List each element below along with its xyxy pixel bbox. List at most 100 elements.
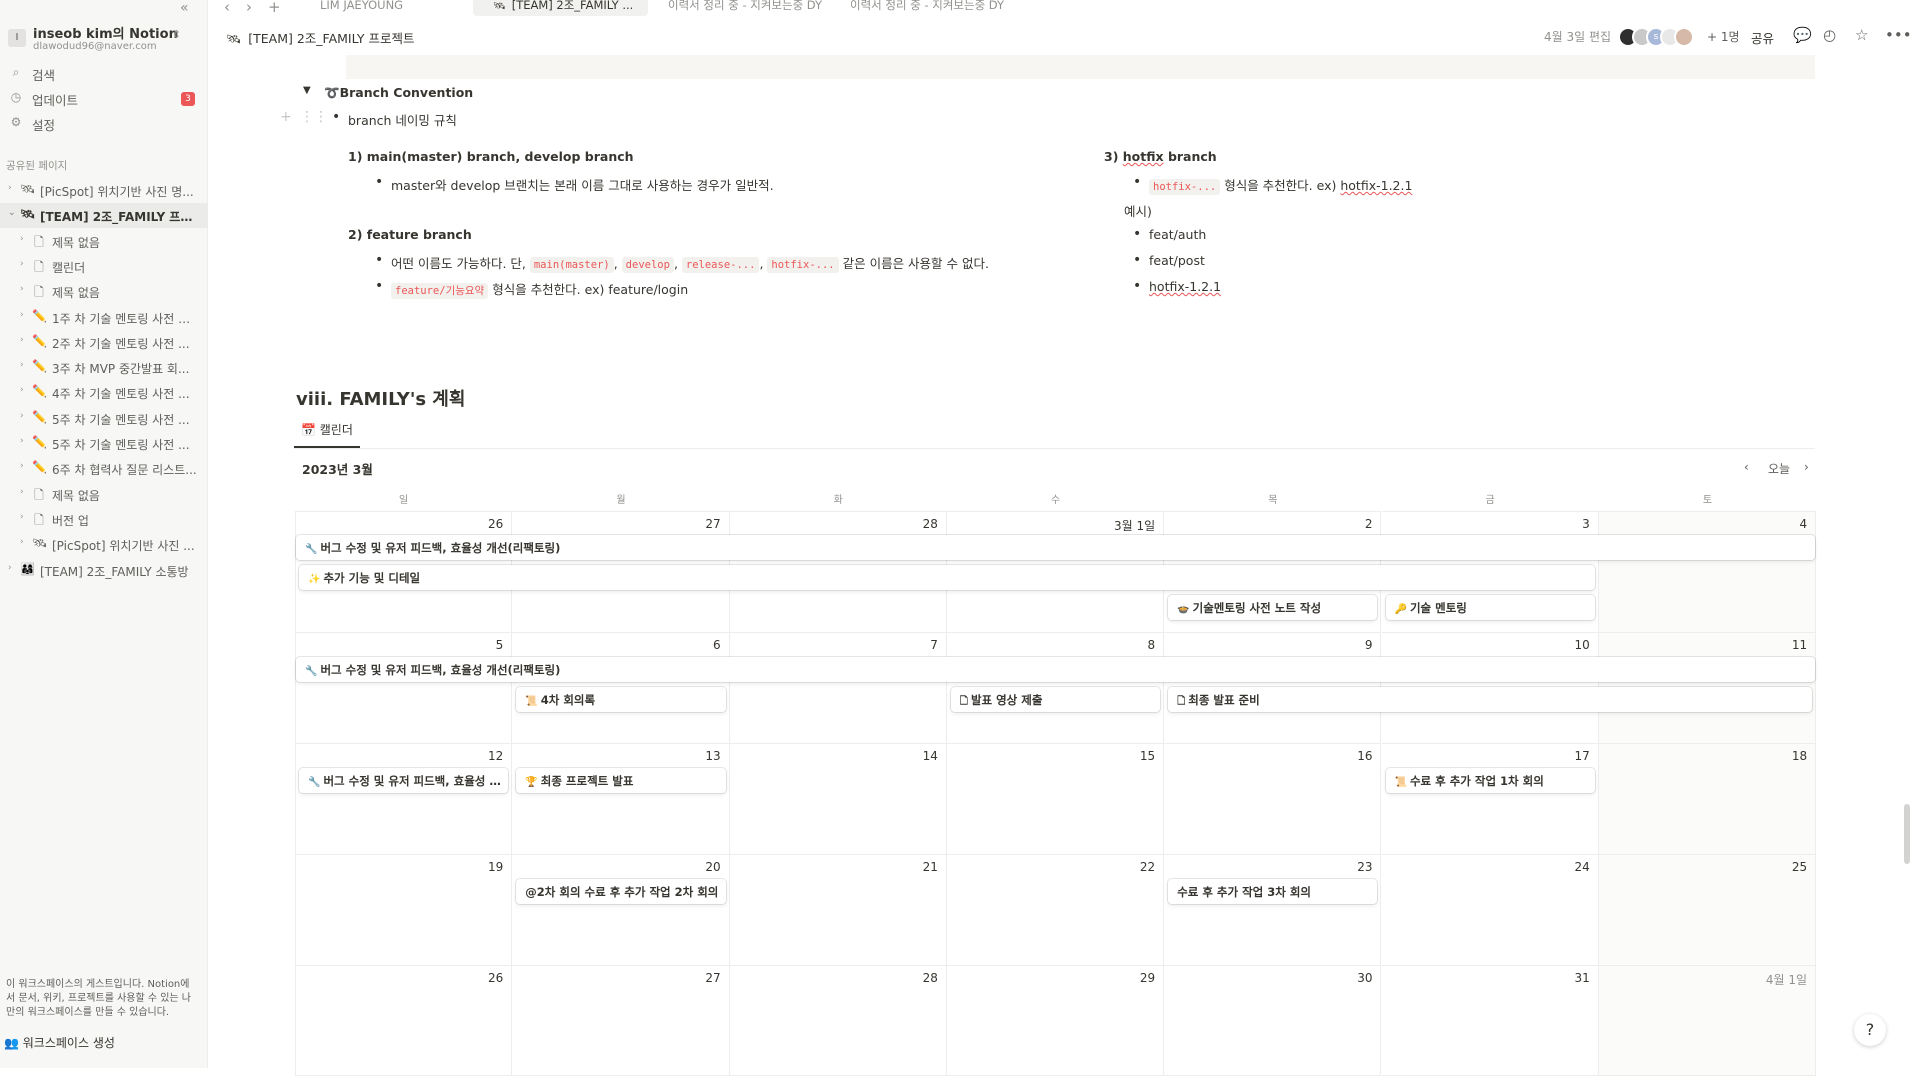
- chevron-updown-icon[interactable]: ⇕: [172, 28, 181, 41]
- calendar-event[interactable]: 📜 4차 회의록: [516, 687, 726, 712]
- chevron-right-icon[interactable]: ›: [20, 360, 24, 370]
- calendar-day-cell[interactable]: 15: [946, 744, 1165, 855]
- calendar-day-cell[interactable]: 31: [1381, 966, 1599, 1076]
- calendar-event[interactable]: 🏆 최종 프로젝트 발표: [516, 768, 726, 793]
- history-icon[interactable]: ◴: [1823, 26, 1836, 44]
- chevron-right-icon[interactable]: ›: [20, 385, 24, 395]
- calendar-day-cell[interactable]: 25: [1598, 855, 1817, 966]
- calendar-day-cell[interactable]: 28: [729, 966, 947, 1076]
- sidebar-tree-item[interactable]: › ✏️ 5주 차 기술 멘토링 사전 ...: [0, 406, 208, 431]
- extra-users-count[interactable]: + 1명: [1707, 28, 1740, 45]
- chevron-right-icon[interactable]: ›: [20, 537, 24, 547]
- comment-icon[interactable]: 💬: [1793, 26, 1812, 44]
- breadcrumb[interactable]: 🛰 [TEAM] 2조_FAMILY 프로젝트: [226, 28, 415, 47]
- calendar-day-cell[interactable]: 22: [946, 855, 1165, 966]
- tab-team-family[interactable]: 🛰 [TEAM] 2조_FAMILY ...: [473, 0, 648, 16]
- sidebar-tree-item[interactable]: › 🛰 [PicSpot] 위치기반 사진 ...: [0, 532, 208, 557]
- sidebar-tree-item[interactable]: › 🗋 제목 없음: [0, 279, 208, 304]
- sidebar-tree-item[interactable]: › 🛰 [PicSpot] 위치기반 사진 명...: [0, 178, 208, 203]
- drag-handle-icon[interactable]: ⋮⋮: [300, 109, 328, 125]
- calendar-day-cell[interactable]: 12: [295, 744, 513, 855]
- calendar-event[interactable]: 🗋 최종 발표 준비: [1168, 687, 1813, 712]
- calendar-day-cell[interactable]: 20: [512, 855, 730, 966]
- calendar-event[interactable]: @2차 회의 수료 후 추가 작업 2차 회의: [516, 879, 726, 904]
- sidebar-tree-item[interactable]: › ✏️ 4주 차 기술 멘토링 사전 ...: [0, 380, 208, 405]
- back-icon[interactable]: ‹: [224, 0, 230, 16]
- calendar-day-cell[interactable]: 14: [729, 744, 947, 855]
- star-icon[interactable]: ☆: [1855, 26, 1868, 44]
- sidebar-item-search[interactable]: ⌕ 검색: [0, 61, 208, 85]
- calendar-day-cell[interactable]: 30: [1164, 966, 1382, 1076]
- calendar-day-cell[interactable]: 29: [946, 966, 1165, 1076]
- chevron-right-icon[interactable]: ›: [20, 411, 24, 421]
- new-tab-icon[interactable]: +: [268, 0, 281, 16]
- sidebar-tree-item[interactable]: › ✏️ 3주 차 MVP 중간발표 회...: [0, 355, 208, 380]
- chevron-right-icon[interactable]: ›: [20, 512, 24, 522]
- sidebar-tree-item[interactable]: › 🗋 제목 없음: [0, 482, 208, 507]
- calendar-event[interactable]: 📜 수료 후 추가 작업 1차 회의: [1385, 768, 1595, 793]
- calendar-day-cell[interactable]: 23: [1164, 855, 1382, 966]
- share-button[interactable]: 공유: [1751, 28, 1774, 47]
- chevron-right-icon[interactable]: ›: [20, 310, 24, 320]
- calendar-event[interactable]: 🔧버그 수정 및 유저 피드백, 효율성 개선(리팩토링): [296, 535, 1816, 560]
- sidebar-tree-item[interactable]: › 🗋 제목 없음: [0, 229, 208, 254]
- create-workspace-button[interactable]: 👥 워크스페이스 생성: [4, 1034, 115, 1051]
- tab-lim-jaeyoung[interactable]: LIM JAEYOUNG: [308, 0, 478, 16]
- calendar-day-cell[interactable]: 4: [1598, 511, 1817, 633]
- chevron-right-icon[interactable]: ›: [20, 436, 24, 446]
- sidebar-item-updates[interactable]: ◷ 업데이트 3: [0, 86, 208, 110]
- sidebar-tree-item[interactable]: › ✏️ 1주 차 기술 멘토링 사전 노...: [0, 305, 208, 330]
- sidebar-tree-item[interactable]: › ✏️ 5주 차 기술 멘토링 사전 ...: [0, 431, 208, 456]
- sidebar-tree-item[interactable]: › 👨‍👩‍👧 [TEAM] 2조_FAMILY 소통방: [0, 558, 208, 583]
- chevron-right-icon[interactable]: ›: [20, 461, 24, 471]
- prev-month-icon[interactable]: ‹: [1744, 460, 1749, 474]
- more-icon[interactable]: •••: [1885, 26, 1912, 44]
- calendar-day-cell[interactable]: 27: [512, 966, 730, 1076]
- sidebar-tree-item[interactable]: › 🗋 캘린더: [0, 254, 208, 279]
- calendar-event[interactable]: 🔧버그 수정 및 유저 피드백, 효율성 개선(리팩토링): [299, 768, 509, 793]
- help-button[interactable]: ?: [1854, 1014, 1886, 1046]
- add-block-icon[interactable]: +: [280, 109, 292, 125]
- toggle-heading[interactable]: ➰Branch Convention: [324, 85, 473, 101]
- chevron-right-icon[interactable]: ›: [20, 335, 24, 345]
- tab-resume-1[interactable]: 이력서 정리 중 - 지켜보는중 DY: [653, 0, 828, 16]
- chevron-down-icon[interactable]: ⌄: [8, 208, 16, 218]
- calendar-day-cell[interactable]: 19: [295, 855, 513, 966]
- workspace-switcher[interactable]: I inseob kim의 Notion dlawodud96@naver.co…: [0, 0, 208, 60]
- calendar-day-cell[interactable]: 5: [295, 633, 513, 744]
- calendar-day-cell[interactable]: 21: [729, 855, 947, 966]
- page-scrollbar[interactable]: [1904, 804, 1910, 864]
- forward-icon[interactable]: ›: [246, 0, 252, 16]
- calendar-day-cell[interactable]: 24: [1381, 855, 1599, 966]
- chevron-right-icon[interactable]: ›: [8, 183, 12, 193]
- next-month-icon[interactable]: ›: [1804, 460, 1809, 474]
- calendar-day-cell[interactable]: 4월 1일: [1598, 966, 1817, 1076]
- calendar-event[interactable]: 🔧버그 수정 및 유저 피드백, 효율성 개선(리팩토링): [296, 657, 1816, 682]
- calendar-event[interactable]: 🍲 기술멘토링 사전 노트 작성: [1168, 595, 1378, 620]
- avatar-group[interactable]: s: [1618, 27, 1718, 47]
- calendar-event[interactable]: ✨ 추가 기능 및 디테일: [299, 565, 1595, 590]
- chevron-right-icon[interactable]: ›: [8, 563, 12, 573]
- calendar-day-cell[interactable]: 13: [512, 744, 730, 855]
- calendar-event[interactable]: 수료 후 추가 작업 3차 회의: [1168, 879, 1378, 904]
- chevron-right-icon[interactable]: ›: [20, 487, 24, 497]
- view-tab-calendar[interactable]: 📅 캘린더: [294, 421, 360, 448]
- sidebar-tree-item[interactable]: › 🗋 버전 업: [0, 507, 208, 532]
- calendar-day-cell[interactable]: 16: [1164, 744, 1382, 855]
- chevron-right-icon[interactable]: ›: [20, 259, 24, 269]
- calendar-day-cell[interactable]: 7: [729, 633, 947, 744]
- chevron-right-icon[interactable]: ›: [20, 234, 24, 244]
- calendar-day-cell[interactable]: 17: [1381, 744, 1599, 855]
- toggle-arrow-icon[interactable]: ▼: [303, 85, 311, 96]
- calendar-day-cell[interactable]: 18: [1598, 744, 1817, 855]
- sidebar-tree-item[interactable]: › ✏️ 2주 차 기술 멘토링 사전 ...: [0, 330, 208, 355]
- tab-resume-2[interactable]: 이력서 정리 중 - 지켜보는중 DY: [833, 0, 1008, 16]
- sidebar-item-settings[interactable]: ⚙ 설정: [0, 111, 208, 135]
- calendar-event[interactable]: 🗋 발표 영상 제출: [950, 687, 1161, 712]
- today-button[interactable]: 오늘: [1768, 460, 1790, 477]
- calendar-day-cell[interactable]: 26: [295, 966, 513, 1076]
- calendar-event[interactable]: 🔑 기술 멘토링: [1385, 595, 1595, 620]
- chevron-right-icon[interactable]: ›: [20, 284, 24, 294]
- sidebar-tree-item[interactable]: › ✏️ 6주 차 협력사 질문 리스트...: [0, 456, 208, 481]
- sidebar-tree-item[interactable]: ⌄ 🛰 [TEAM] 2조_FAMILY 프로...: [0, 203, 208, 229]
